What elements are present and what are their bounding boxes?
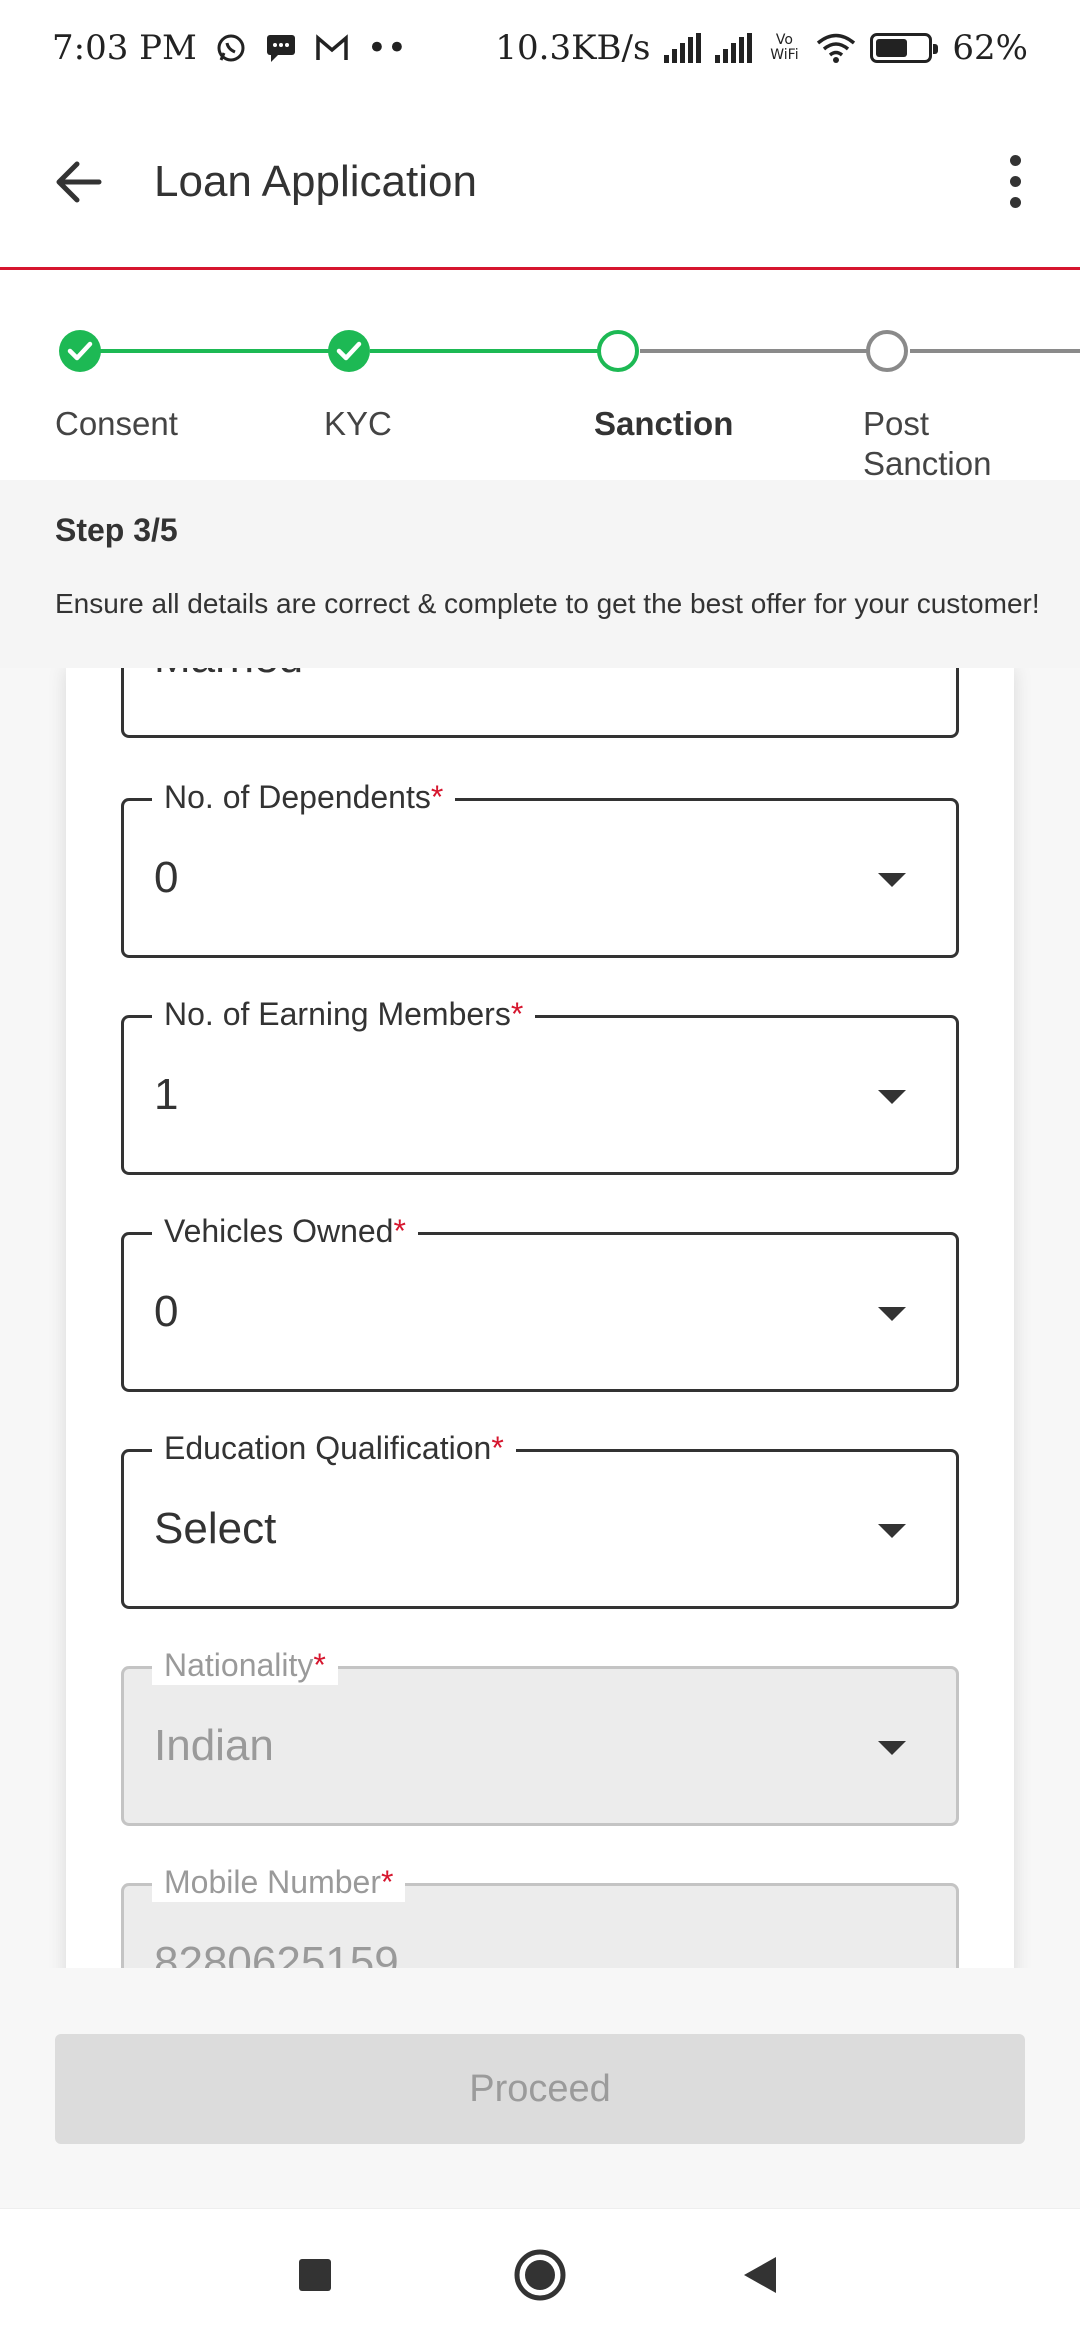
education-qualification-label: Education Qualification: [164, 1430, 492, 1466]
dropdown-caret-icon: [878, 1307, 906, 1321]
signal-icon-2: [715, 33, 753, 63]
vehicles-owned-value: 0: [154, 1287, 179, 1336]
square-icon: [299, 2259, 331, 2291]
earning-members-select[interactable]: No. of Earning Members* 1: [121, 994, 959, 1175]
dependents-select[interactable]: No. of Dependents* 0: [121, 777, 959, 958]
stepper-connector: [100, 349, 330, 353]
step-sanction-circle: [597, 330, 639, 372]
app-bar: Loan Application: [0, 96, 1080, 270]
required-asterisk: *: [380, 1864, 394, 1900]
wifi-icon: [816, 32, 856, 64]
back-nav-button[interactable]: [720, 2239, 800, 2311]
required-asterisk: *: [393, 1213, 406, 1249]
circle-icon: [514, 2249, 566, 2301]
proceed-button[interactable]: Proceed: [55, 2034, 1025, 2144]
page-title: Loan Application: [154, 156, 477, 206]
status-bar: 7:03 PM •• 10.3KB/s Vo WiFi 62%: [0, 0, 1080, 96]
step-consent-check-icon: [59, 330, 101, 372]
mobile-number-value: 8280625159: [154, 1938, 399, 1968]
form-card: Married No. of Dependents* 0 No. of Earn…: [66, 668, 1014, 1968]
gmail-icon: [315, 34, 349, 62]
stepper-connector: [910, 349, 1080, 353]
earning-members-value: 1: [154, 1070, 179, 1119]
battery-icon: [870, 33, 939, 63]
dropdown-caret-icon: [878, 873, 906, 887]
dependents-label: No. of Dependents: [164, 779, 431, 815]
more-options-button[interactable]: [990, 142, 1040, 222]
vehicles-owned-select[interactable]: Vehicles Owned* 0: [121, 1211, 959, 1392]
nationality-value: Indian: [154, 1721, 274, 1770]
earning-members-label: No. of Earning Members: [164, 996, 511, 1032]
signal-icon: [664, 33, 702, 63]
triangle-back-icon: [744, 2257, 776, 2293]
step-label-kyc: KYC: [324, 405, 392, 442]
message-icon: [265, 33, 297, 63]
nationality-label: Nationality: [164, 1647, 314, 1683]
dependents-value: 0: [154, 853, 179, 902]
required-asterisk: *: [491, 1430, 504, 1466]
step-kyc-check-icon: [328, 330, 370, 372]
vowifi-label: Vo WiFi: [770, 32, 799, 63]
step-label-consent: Consent: [55, 405, 178, 442]
marital-status-value: Married: [154, 668, 303, 683]
step-info-banner: Step 3/5 Ensure all details are correct …: [0, 480, 1080, 668]
status-time: 7:03 PM: [52, 28, 197, 68]
education-qualification-value: Select: [154, 1504, 277, 1553]
battery-percent: 62%: [952, 28, 1028, 68]
dropdown-caret-icon: [878, 1741, 906, 1755]
status-more-dots: ••: [366, 28, 407, 68]
mobile-number-label: Mobile Number: [164, 1864, 381, 1900]
dropdown-caret-icon: [878, 1090, 906, 1104]
more-vertical-icon: [1009, 155, 1021, 166]
step-label-post-sanction: Post Sanction: [863, 405, 992, 482]
stepper-connector: [370, 349, 600, 353]
footer: Proceed: [0, 1968, 1080, 2208]
recents-button[interactable]: [275, 2239, 355, 2311]
stepper-connector: [640, 349, 870, 353]
required-asterisk: *: [510, 996, 524, 1032]
required-asterisk: *: [430, 779, 444, 815]
step-label-sanction: Sanction: [594, 405, 734, 442]
vehicles-owned-label: Vehicles Owned: [164, 1213, 394, 1249]
system-nav-bar: [0, 2208, 1080, 2340]
dropdown-caret-icon: [878, 1524, 906, 1538]
form-scroll-area[interactable]: Married No. of Dependents* 0 No. of Earn…: [0, 668, 1080, 1968]
step-post-sanction-circle: [866, 330, 908, 372]
info-message: Ensure all details are correct & complet…: [55, 588, 1040, 619]
step-count: Step 3/5: [55, 512, 178, 548]
net-speed: 10.3KB/s: [495, 28, 651, 68]
required-asterisk: *: [313, 1647, 326, 1683]
education-qualification-select[interactable]: Education Qualification* Select: [121, 1428, 959, 1609]
whatsapp-icon: [215, 32, 247, 64]
mobile-number-field: Mobile Number* 8280625159: [121, 1862, 959, 1968]
back-button[interactable]: [38, 142, 118, 222]
nationality-select: Nationality* Indian: [121, 1645, 959, 1826]
arrow-left-icon: [56, 161, 102, 202]
home-button[interactable]: [500, 2239, 580, 2311]
marital-status-field[interactable]: Married: [121, 668, 959, 738]
